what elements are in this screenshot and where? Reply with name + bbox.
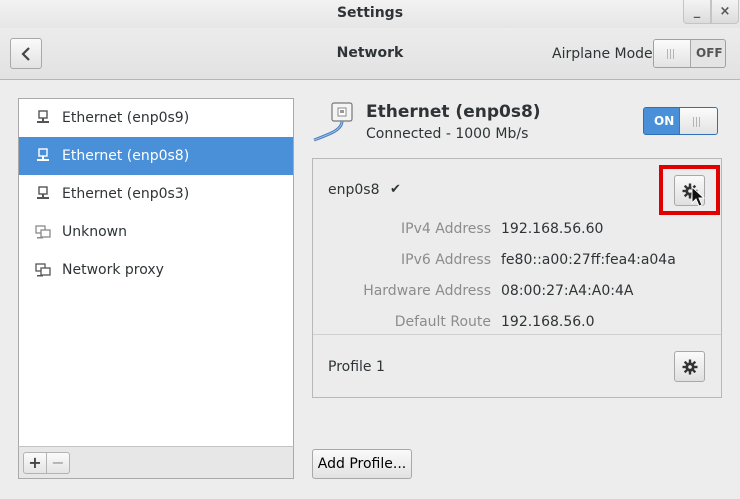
airplane-mode-switch[interactable]: OFF (653, 39, 726, 68)
device-row-enp0s8[interactable]: Ethernet (enp0s8) (19, 137, 293, 175)
airplane-mode-label: Airplane Mode (552, 46, 653, 62)
profile-name: Profile 1 (328, 359, 385, 375)
power-switch-state: ON (654, 114, 675, 128)
add-profile-button[interactable]: Add Profile... (312, 449, 412, 479)
remove-device-button[interactable]: − (46, 452, 70, 474)
hardware-address-label: Hardware Address (363, 283, 491, 299)
ipv6-value: fe80::a00:27ff:fea4:a04a (501, 252, 676, 268)
checkmark-icon: ✔ (390, 182, 401, 197)
device-row-enp0s3[interactable]: Ethernet (enp0s3) (19, 175, 293, 213)
mouse-cursor-icon (691, 186, 705, 207)
airplane-switch-state: OFF (696, 46, 723, 60)
ipv4-label: IPv4 Address (401, 221, 491, 237)
add-device-button[interactable]: + (23, 452, 47, 474)
window-title: Settings (336, 5, 404, 21)
device-list: Ethernet (enp0s9) Ethernet (enp0s8) Ethe… (18, 98, 294, 447)
network-proxy-icon (35, 263, 51, 277)
device-label: Ethernet (enp0s9) (62, 110, 190, 126)
device-row-enp0s9[interactable]: Ethernet (enp0s9) (19, 99, 293, 137)
device-name: Ethernet (enp0s8) (366, 102, 541, 122)
network-unknown-icon (35, 225, 51, 239)
wired-network-icon (37, 186, 49, 199)
grip-icon (693, 116, 703, 127)
header-bar: Network Airplane Mode OFF (0, 28, 740, 80)
device-label: Network proxy (62, 262, 164, 278)
switch-knob[interactable] (654, 40, 691, 67)
gear-icon (682, 359, 698, 375)
minimize-button[interactable]: _ (683, 0, 711, 24)
interface-name: enp0s8 (328, 182, 380, 198)
switch-knob[interactable] (679, 108, 717, 134)
device-list-toolbar: + − (18, 446, 294, 479)
ipv6-label: IPv6 Address (401, 252, 491, 268)
device-row-unknown[interactable]: Unknown (19, 213, 293, 251)
ipv4-value: 192.168.56.60 (501, 221, 604, 237)
ethernet-cable-icon (313, 102, 353, 142)
wired-network-icon (37, 148, 49, 161)
default-route-value: 192.168.56.0 (501, 314, 595, 330)
details-separator (313, 334, 721, 335)
device-power-switch[interactable]: ON (643, 107, 718, 135)
device-status: Connected - 1000 Mb/s (366, 126, 529, 142)
default-route-label: Default Route (394, 314, 491, 330)
highlight-annotation-box (659, 165, 720, 215)
device-label: Unknown (62, 224, 127, 240)
profile-settings-button[interactable] (674, 351, 705, 382)
device-label: Ethernet (enp0s8) (62, 148, 190, 164)
grip-icon (667, 48, 677, 59)
device-row-network-proxy[interactable]: Network proxy (19, 251, 293, 289)
device-label: Ethernet (enp0s3) (62, 186, 190, 202)
window-titlebar: Settings _ × (0, 0, 740, 28)
wired-network-icon (37, 110, 49, 123)
close-button[interactable]: × (711, 0, 739, 24)
hardware-address-value: 08:00:27:A4:A0:4A (501, 283, 634, 299)
